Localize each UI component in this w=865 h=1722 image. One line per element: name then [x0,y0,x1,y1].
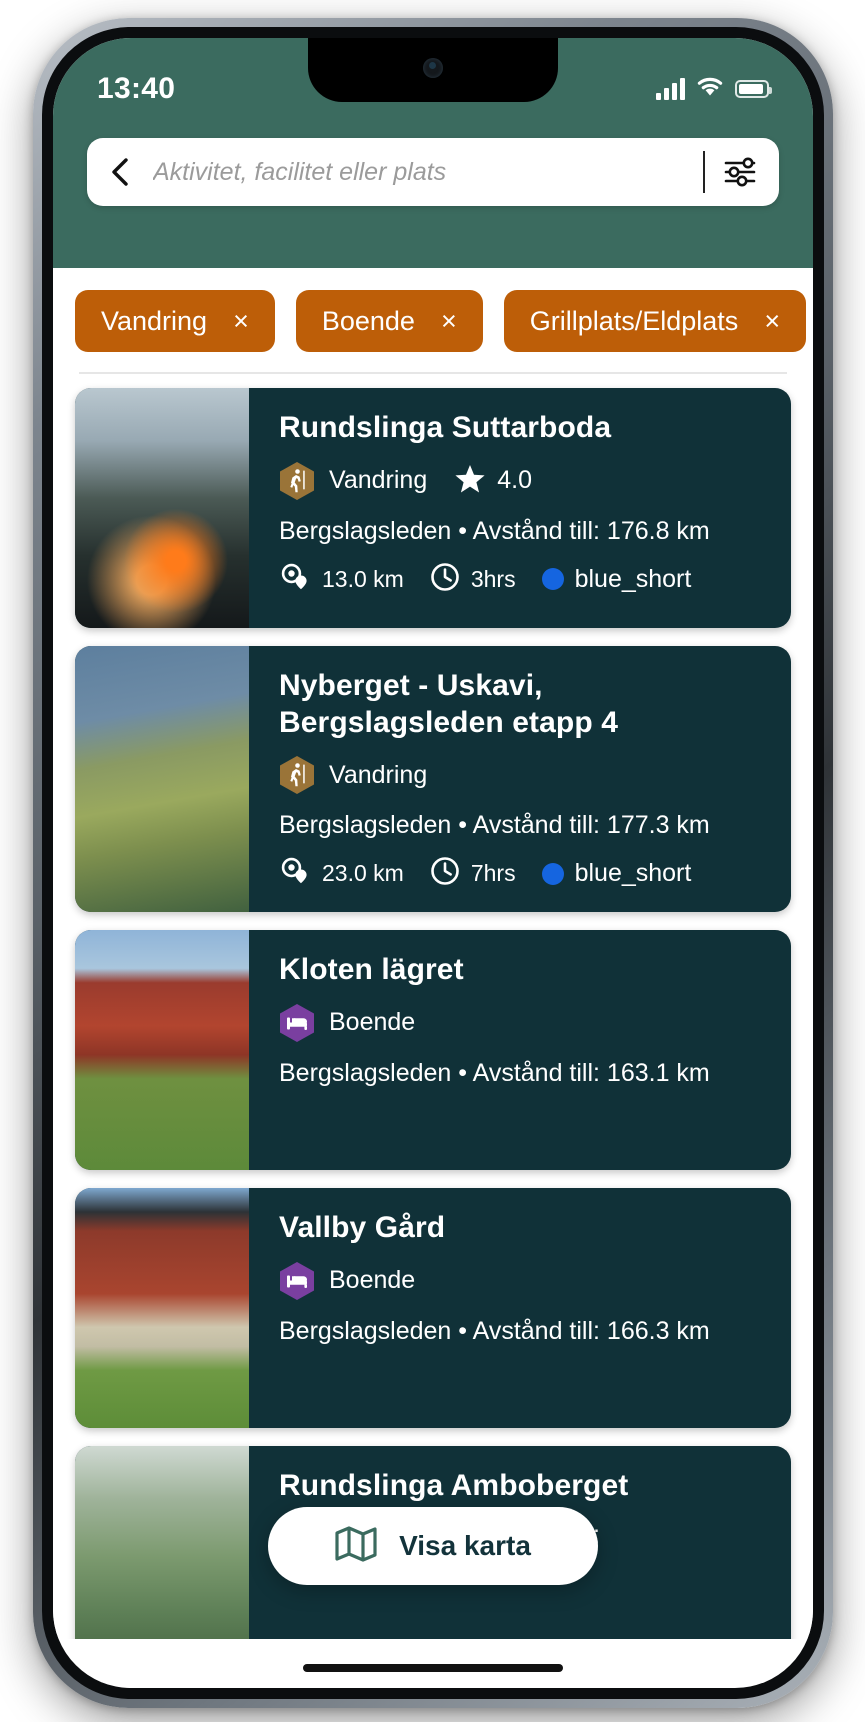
result-card[interactable]: Nyberget - Uskavi, Bergslagsleden etapp … [75,646,791,913]
result-title: Vallby Gård [279,1211,446,1245]
star-icon [455,464,485,498]
wifi-icon [696,76,724,103]
result-title: Rundslinga Amboberget [279,1469,629,1503]
result-category-row: Vandring [279,755,769,795]
result-card[interactable]: Kloten lägret Boende Bergslagsleden • Av… [75,930,791,1171]
result-stats-row: 23.0 km 7hrs blue_short [279,855,769,892]
result-trail-group: blue_short [541,564,692,594]
trail-color-dot-icon [541,862,564,885]
result-trail-name: blue_short [574,564,692,593]
result-distance-value: 13.0 km [322,565,404,592]
home-indicator[interactable] [303,1664,563,1672]
result-photo [75,1188,249,1429]
status-time: 13:40 [97,72,176,105]
result-duration-value: 3hrs [470,565,516,592]
search-input[interactable] [135,157,697,187]
result-category-label: Boende [329,1008,416,1037]
filter-chip-boende[interactable]: Boende × [295,290,483,352]
filter-chip-grillplats[interactable]: Grillplats/Eldplats × [503,290,807,352]
filter-sliders-icon[interactable] [723,157,757,187]
result-stats-row: 13.0 km 3hrs blue_short [279,561,769,598]
filter-chip-label: Grillplats/Eldplats [529,305,739,336]
phone-screen: 13:40 Aktivitet, facilitet eller plats V… [53,38,813,1688]
show-map-label: Visa karta [399,1530,531,1561]
result-rating-group: 4.0 [455,464,532,498]
result-card-body: Vallby Gård Boende Bergslagsleden • Avst… [249,1188,791,1428]
result-title: Nyberget - Uskavi, Bergslagsleden etapp … [279,669,618,739]
result-category-row: Boende [279,1003,769,1043]
result-subtitle: Bergslagsleden • Avstånd till: 177.3 km [279,811,710,840]
result-card-body: Rundslinga Suttarboda Vandring 4.0 Bergs… [249,388,791,628]
result-distance-group: 23.0 km [279,855,404,892]
result-photo [75,1446,249,1639]
result-category-label: Vandring [329,466,428,495]
result-subtitle: Bergslagsleden • Avstånd till: 176.8 km [279,516,710,545]
result-distance-value: 23.0 km [322,860,404,887]
result-trail-name: blue_short [574,859,692,888]
chevron-left-icon[interactable] [105,157,135,187]
search-divider [703,151,705,193]
search-bar[interactable] [87,138,779,206]
result-title: Kloten lägret [279,953,464,987]
map-pin-icon [279,855,311,892]
clock-icon [430,856,460,891]
result-duration-group: 7hrs [430,856,516,891]
search-bar-container [53,112,813,206]
hiker-hexagon-icon [279,755,315,795]
map-pin-icon [279,561,311,598]
phone-frame: 13:40 Aktivitet, facilitet eller plats V… [33,18,833,1708]
clock-icon [430,562,460,597]
hiker-hexagon-icon [279,461,315,501]
status-bar: 13:40 [53,38,813,112]
filter-chip-vandring[interactable]: Vandring × [75,290,275,352]
result-duration-group: 3hrs [430,562,516,597]
result-photo [75,388,249,628]
search-results-list[interactable]: Rundslinga Suttarboda Vandring 4.0 Bergs… [53,374,813,1639]
result-category-label: Vandring [329,760,428,789]
result-card-body: Kloten lägret Boende Bergslagsleden • Av… [249,930,791,1170]
result-rating-value: 4.0 [497,466,532,495]
bed-hexagon-icon [279,1003,315,1043]
result-subtitle: Bergslagsleden • Avstånd till: 163.1 km [279,1058,710,1087]
result-distance-group: 13.0 km [279,561,404,598]
trail-color-dot-icon [541,568,564,591]
result-photo [75,646,249,913]
result-category-row: Vandring 4.0 [279,461,769,501]
bed-hexagon-icon [279,1261,315,1301]
status-indicators [656,76,772,103]
result-subtitle: Bergslagsleden • Avstånd till: 166.3 km [279,1316,710,1345]
active-filters-area: Vandring × Boende × Grillplats/Eldplats … [53,268,813,374]
result-title: Rundslinga Suttarboda [279,411,612,444]
result-card[interactable]: Vallby Gård Boende Bergslagsleden • Avst… [75,1188,791,1429]
signal-bars-icon [656,78,685,100]
filter-chip-label: Boende [321,305,415,336]
phone-bezel: 13:40 Aktivitet, facilitet eller plats V… [42,27,824,1699]
result-category-row: Boende [279,1261,769,1301]
close-icon[interactable]: × [764,307,780,335]
filter-chip-label: Vandring [101,305,208,336]
show-map-button[interactable]: Visa karta [268,1507,598,1585]
result-card-body: Nyberget - Uskavi, Bergslagsleden etapp … [249,646,791,912]
battery-icon [735,80,772,98]
result-trail-group: blue_short [541,859,692,888]
result-card[interactable]: Rundslinga Suttarboda Vandring 4.0 Bergs… [75,388,791,628]
close-icon[interactable]: × [233,307,249,335]
filter-chip-list[interactable]: Vandring × Boende × Grillplats/Eldplats … [53,290,813,352]
close-icon[interactable]: × [441,307,457,335]
map-icon [335,1525,377,1567]
app-header: 13:40 [53,38,813,268]
result-category-label: Boende [329,1266,416,1295]
result-photo [75,930,249,1171]
result-duration-value: 7hrs [470,860,516,887]
